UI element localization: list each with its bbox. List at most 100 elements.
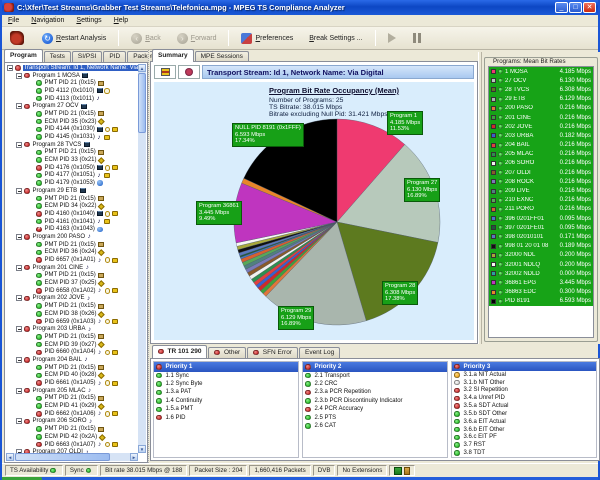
tree-pid-node[interactable]: PID 4112 (0x1010) (6, 87, 138, 95)
scroll-left-icon[interactable]: ◄ (6, 453, 14, 461)
test-item-3-2-si-repetition[interactable]: 3.2 SI Repetition (452, 387, 596, 395)
test-item-1-1-sync[interactable]: 1.1 Sync (154, 372, 298, 380)
program-bitrate-row[interactable]: 202 JOVE0.216 Mbps (489, 122, 593, 131)
tree-program-node[interactable]: Program 1 MOSA (6, 72, 138, 80)
stream-icon-button[interactable] (154, 65, 176, 79)
tree-pid-node[interactable]: PMT PID 21 (0x15) (6, 364, 138, 372)
collapse-icon[interactable] (7, 65, 13, 71)
test-item-2-6-cat[interactable]: 2.6 CAT (303, 422, 447, 430)
tree-pid-node[interactable]: PID 4144 (0x1030) (6, 126, 138, 134)
tab-other[interactable]: Other (208, 347, 246, 358)
program-bitrate-row[interactable]: 36863 EDC0.300 Mbps (489, 288, 593, 297)
tree-hscroll-thumb[interactable] (15, 453, 110, 461)
tree-program-node[interactable]: Program 27 OCV (6, 102, 138, 110)
collapse-icon[interactable] (16, 388, 22, 394)
tree-horizontal-scrollbar[interactable]: ◄ ► (6, 453, 138, 461)
tree-pid-node[interactable]: ECM PID 39 (0x27) (6, 341, 138, 349)
toolbar-button-preferences[interactable]: Preferences (233, 31, 301, 46)
tree-program-node[interactable]: Program 203 URBA♪ (6, 325, 138, 333)
test-item-3-6-b-eit-other[interactable]: 3.6.b EIT Other (452, 426, 596, 434)
collapse-icon[interactable] (16, 295, 22, 301)
test-item-2-2-crc[interactable]: 2.2 CRC (303, 380, 447, 388)
tree-pid-node[interactable]: PMT PID 21 (0x15) (6, 333, 138, 341)
test-item-1-5-a-pmt[interactable]: 1.5.a PMT (154, 405, 298, 413)
tree-program-node[interactable]: Program 204 BAIL♪ (6, 356, 138, 364)
tree-pid-node[interactable]: PMT PID 21 (0x15) (6, 241, 138, 249)
program-bitrate-row[interactable]: 1 MOSA4.185 Mbps (489, 67, 593, 76)
tab-summary[interactable]: Summary (152, 49, 194, 62)
collapse-icon[interactable] (16, 142, 22, 148)
program-bitrate-row[interactable]: 29 ETB6.129 Mbps (489, 95, 593, 104)
tab-pid[interactable]: PID (103, 51, 126, 62)
program-bitrate-row[interactable]: 207 OLDI0.216 Mbps (489, 168, 593, 177)
program-bitrate-row[interactable]: PID 81916.593 Mbps (489, 297, 593, 306)
tree-pid-node[interactable]: PID 4179 (0x1053) (6, 179, 138, 187)
close-button[interactable]: ✕ (583, 2, 596, 13)
program-bitrate-row[interactable]: 32001 NDLQ0.200 Mbps (489, 260, 593, 269)
program-bitrate-row[interactable]: 206 SORO0.216 Mbps (489, 159, 593, 168)
scroll-right-icon[interactable]: ► (130, 453, 138, 461)
menu-item-help[interactable]: Help (108, 17, 134, 24)
program-bitrate-row[interactable]: 32002 NDLD0.000 Mbps (489, 269, 593, 278)
tree-pid-node[interactable]: PID 6657 (0x1A01)♪ (6, 256, 138, 264)
tree-pid-node[interactable]: PMT PID 21 (0x15) (6, 425, 138, 433)
tab-si-psi[interactable]: SI/PSI (72, 51, 102, 62)
program-bitrate-row[interactable]: 397 0201FE010.095 Mbps (489, 223, 593, 232)
priority-header-priority-2[interactable]: Priority 2 (303, 362, 447, 372)
program-bitrate-row[interactable]: 27 OCV6.130 Mbps (489, 76, 593, 85)
program-bitrate-row[interactable]: 398 020101010.171 Mbps (489, 232, 593, 241)
collapse-icon[interactable] (16, 418, 22, 424)
tree-pid-node[interactable]: PID 6662 (0x1A06)♪ (6, 410, 138, 418)
tree-pid-node[interactable]: PID 6661 (0x1A05)♪ (6, 379, 138, 387)
tree-vertical-scrollbar[interactable]: ▲ ▼ (138, 64, 146, 453)
tree-pid-node[interactable]: PMT PID 21 (0x15) (6, 79, 138, 87)
test-item-3-8-tdt[interactable]: 3.8 TDT (452, 449, 596, 457)
tree-pid-node[interactable]: PID 4161 (0x1041)♪ (6, 218, 138, 226)
program-bitrate-row[interactable]: 204 BAIL0.216 Mbps (489, 141, 593, 150)
tree-vscroll-thumb[interactable] (138, 73, 146, 133)
tree-pid-node[interactable]: PID 4176 (0x1050) (6, 164, 138, 172)
tree-root[interactable]: Transport Stream: Id 1, Network Name: Vi… (6, 64, 138, 72)
toolbar-button-restart-analysis[interactable]: ↻Restart Analysis (34, 31, 114, 46)
tree-pid-node[interactable]: PID 4177 (0x1051)♪ (6, 172, 138, 180)
program-bitrate-row[interactable]: 28 TVCS6.308 Mbps (489, 85, 593, 94)
test-item-3-5-b-sdt-other[interactable]: 3.5.b SDT Other (452, 410, 596, 418)
tree-pid-node[interactable]: ECM PID 36 (0x24) (6, 249, 138, 257)
program-bitrate-row[interactable]: 36861 EPG3.445 Mbps (489, 278, 593, 287)
tree-pid-node[interactable]: PMT PID 21 (0x15) (6, 195, 138, 203)
tree-pid-node[interactable]: ECM PID 41 (0x29) (6, 402, 138, 410)
collapse-icon[interactable] (16, 103, 22, 109)
tree-pid-node[interactable]: PMT PID 21 (0x15) (6, 149, 138, 157)
tree-pid-node[interactable]: PID 6663 (0x1A07)♪ (6, 441, 138, 449)
tree-program-node[interactable]: Program 29 ETB (6, 187, 138, 195)
analysis-icon-button[interactable] (178, 65, 200, 79)
tree-pid-node[interactable]: ECM PID 40 (0x28) (6, 372, 138, 380)
tree-pid-node[interactable]: ECM PID 42 (0x2A) (6, 433, 138, 441)
test-item-1-6-pid[interactable]: 1.6 PID (154, 413, 298, 421)
tree-program-node[interactable]: Program 205 MLAC♪ (6, 387, 138, 395)
tab-event-log[interactable]: Event Log (299, 347, 340, 358)
tree-pid-node[interactable]: ECM PID 33 (0x21) (6, 156, 138, 164)
test-item-2-3-a-pcr-repetition[interactable]: 2.3.a PCR Repetition (303, 388, 447, 396)
program-bitrate-row[interactable]: 209 LIVE0.216 Mbps (489, 186, 593, 195)
priority-header-priority-3[interactable]: Priority 3 (452, 362, 596, 371)
tab-program[interactable]: Program (4, 49, 43, 62)
program-bitrate-row[interactable]: 396 0201FF010.095 Mbps (489, 214, 593, 223)
tree-pid-node[interactable]: PMT PID 21 (0x15) (6, 110, 138, 118)
test-item-2-3-b-pcr-discontinuity-indicator[interactable]: 2.3.b PCR Discontinuity Indicator (303, 397, 447, 405)
program-bitrate-row[interactable]: 201 CINE0.216 Mbps (489, 113, 593, 122)
menu-item-settings[interactable]: Settings (70, 17, 107, 24)
maximize-button[interactable]: □ (569, 2, 582, 13)
test-item-2-4-pcr-accuracy[interactable]: 2.4 PCR Accuracy (303, 405, 447, 413)
test-item-3-1-a-nit-actual[interactable]: 3.1.a NIT Actual (452, 371, 596, 379)
test-item-3-4-a-unref-pid[interactable]: 3.4.a Unref PID (452, 394, 596, 402)
menu-item-navigation[interactable]: Navigation (25, 17, 70, 24)
collapse-icon[interactable] (16, 357, 22, 363)
toolbar-button-pause[interactable] (404, 31, 431, 46)
test-item-1-2-sync-byte[interactable]: 1.2 Sync Byte (154, 380, 298, 388)
program-bitrate-row[interactable]: 32000 NDL0.200 Mbps (489, 251, 593, 260)
tree-pid-node[interactable]: PID 4113 (0x1011)♪ (6, 95, 138, 103)
program-bitrate-row[interactable]: 211 PORO0.216 Mbps (489, 205, 593, 214)
test-item-3-6-c-eit-pf[interactable]: 3.6.c EIT PF (452, 433, 596, 441)
tree-pid-node[interactable]: PID 4163 (0x1043) (6, 225, 138, 233)
